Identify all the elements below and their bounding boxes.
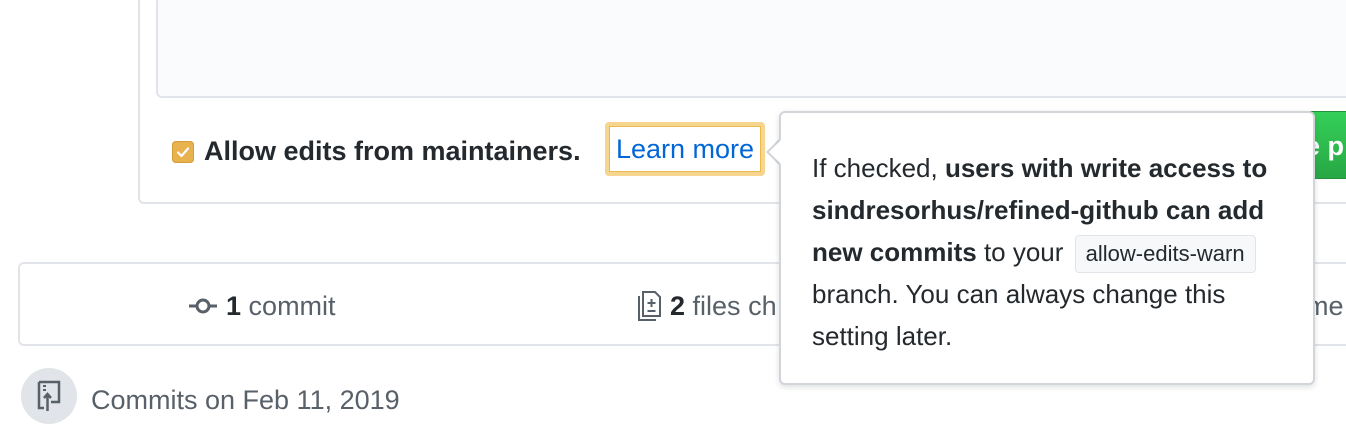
allow-edits-checkbox[interactable]: [172, 141, 194, 163]
allow-edits-label[interactable]: Allow edits from maintainers.: [204, 133, 581, 169]
branch-name-chip: allow-edits-warn: [1074, 235, 1256, 273]
commits-date-heading: Commits on Feb 11, 2019: [91, 385, 400, 415]
tooltip-arrow-fill: [769, 140, 781, 164]
check-icon: [176, 147, 190, 158]
git-commit-icon: [189, 298, 217, 314]
files-label: files ch: [692, 291, 777, 321]
page: Allow edits from maintainers. Learn more…: [0, 0, 1346, 426]
commits-tab[interactable]: 1 commit: [188, 264, 336, 348]
commits-count: 1: [226, 291, 242, 321]
learn-more-link[interactable]: Learn more: [605, 122, 765, 176]
commits-label: commit: [248, 291, 336, 321]
tooltip-text: If checked, users with write access to s…: [812, 147, 1292, 357]
repo-push-icon: [37, 380, 61, 411]
files-changed-tab[interactable]: 2 files ch: [636, 264, 777, 348]
tooltip-prefix: If checked,: [812, 153, 945, 183]
tooltip-suffix: branch. You can always change this setti…: [812, 279, 1226, 351]
files-count: 2: [670, 291, 686, 321]
file-diff-icon: [638, 290, 661, 321]
timeline-badge: [21, 368, 77, 424]
tooltip-middle: to your: [976, 237, 1071, 267]
allow-edits-tooltip: If checked, users with write access to s…: [779, 111, 1315, 385]
pr-body-textarea[interactable]: [156, 0, 1346, 98]
